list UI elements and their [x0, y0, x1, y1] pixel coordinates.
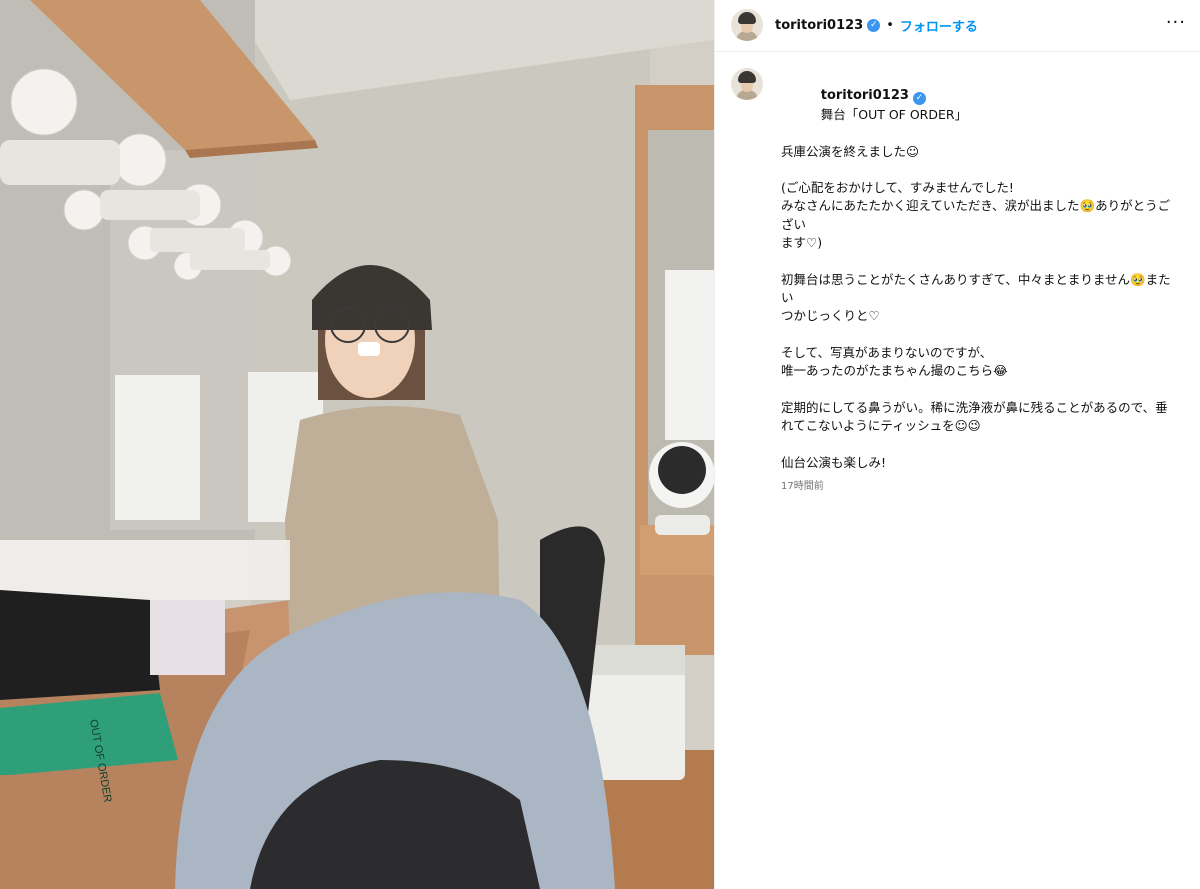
caption-line: 仙台公演も楽しみ!: [781, 454, 887, 470]
post-timestamp[interactable]: 17時間前: [781, 478, 1171, 496]
caption-first-line: toritori0123 ✓ 舞台「OUT OF ORDER」: [781, 68, 1171, 143]
caption-line: 唯一あったのがたまちゃん撮のこちら😂: [781, 363, 1008, 379]
caption-line: ます♡): [781, 235, 823, 251]
caption-line: そして、写真があまりないのですが、: [781, 344, 993, 360]
verified-badge-icon: ✓: [867, 18, 881, 32]
username-link[interactable]: toritori0123: [775, 18, 863, 33]
instagram-post: OUT OF ORDER toritori0123 ✓ • フォローする ···…: [0, 0, 1200, 889]
caption-line: 兵庫公演を終えました☺︎: [781, 143, 920, 159]
caption-username-link[interactable]: toritori0123: [821, 88, 909, 103]
caption-verified-badge-icon: ✓: [912, 92, 926, 106]
caption-title: 舞台「OUT OF ORDER」: [820, 106, 968, 122]
follow-button[interactable]: フォローする: [900, 16, 978, 35]
header-divider: [715, 51, 1200, 52]
header-dot-separator: •: [886, 17, 894, 33]
caption-line: (ご心配をおかけして、すみませんでした!: [781, 180, 1014, 196]
caption: toritori0123 ✓ 舞台「OUT OF ORDER」 兵庫公演を終えまし…: [731, 68, 1171, 496]
post-header: toritori0123 ✓ • フォローする ···: [715, 0, 1200, 50]
post-photo[interactable]: OUT OF ORDER: [0, 0, 714, 889]
caption-body: toritori0123 ✓ 舞台「OUT OF ORDER」 兵庫公演を終えまし…: [781, 68, 1171, 496]
caption-line: つかじっくりと♡: [781, 308, 880, 324]
post-side-panel: toritori0123 ✓ • フォローする ··· toritori0123…: [714, 0, 1200, 889]
caption-line: 定期的にしてる鼻うがい。稀に洗浄液が鼻に残ることがあるので、垂: [781, 399, 1168, 415]
caption-line: れてこないようにティッシュを☺︎😉: [781, 418, 981, 434]
more-options-icon[interactable]: ···: [1166, 12, 1186, 33]
avatar[interactable]: [731, 9, 763, 41]
caption-avatar[interactable]: [731, 68, 763, 100]
caption-line: みなさんにあたたかく迎えていただき、涙が出ました🥹ありがとうござい: [781, 198, 1171, 232]
dressing-room-photo: OUT OF ORDER: [0, 0, 714, 889]
caption-line: 初舞台は思うことがたくさんありすぎて、中々まとまりません🥹またい: [781, 271, 1171, 306]
